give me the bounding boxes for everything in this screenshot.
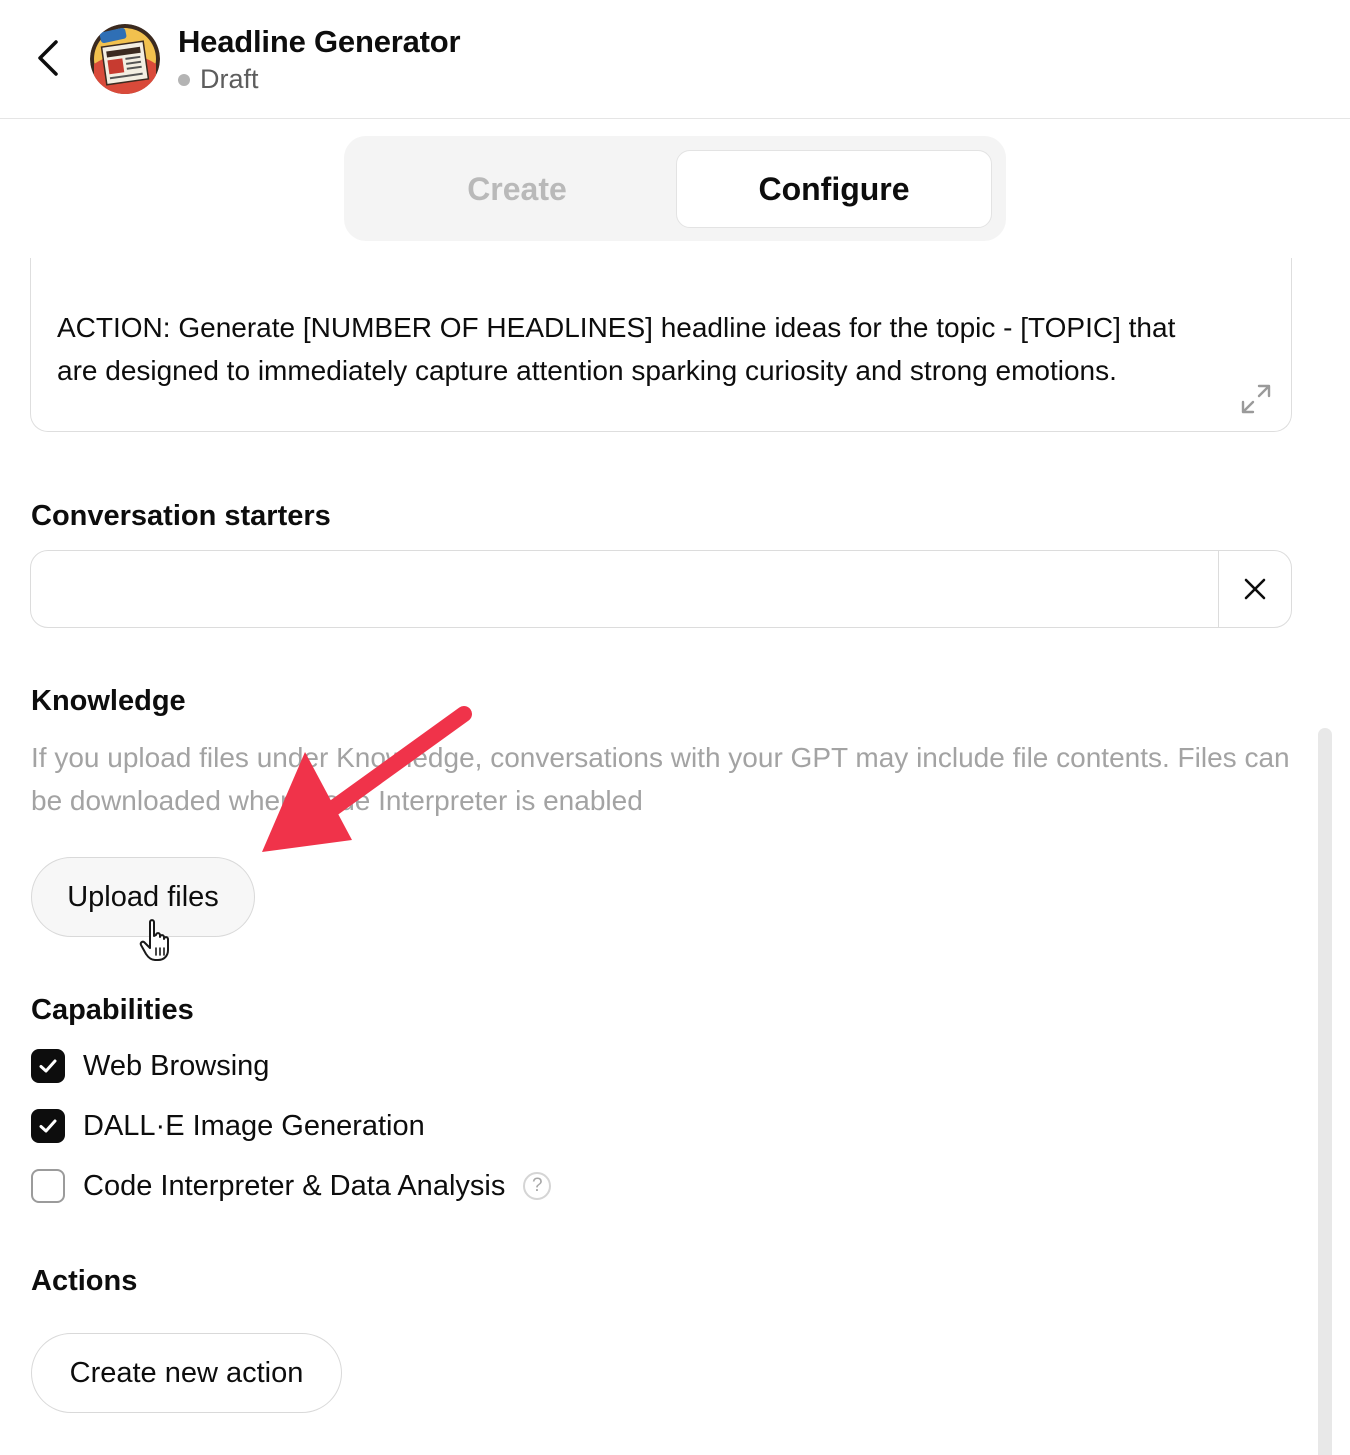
code-interpreter-checkbox[interactable]: [31, 1169, 65, 1203]
capabilities-heading: Capabilities: [31, 994, 194, 1026]
tab-configure[interactable]: Configure: [676, 150, 992, 228]
conversation-starter-input[interactable]: [31, 551, 1219, 627]
dalle-label: DALL·E Image Generation: [83, 1109, 425, 1142]
knowledge-description: If you upload files under Knowledge, con…: [31, 742, 1290, 816]
tab-create[interactable]: Create: [352, 150, 682, 228]
close-icon: [1244, 578, 1266, 600]
top-bar: Headline Generator Draft: [0, 0, 1350, 119]
dalle-checkbox[interactable]: [31, 1109, 65, 1143]
web-browsing-label: Web Browsing: [83, 1049, 270, 1082]
gpt-title: Headline Generator: [178, 24, 461, 59]
newspaper-avatar-icon: [90, 24, 160, 94]
checkmark-icon: [39, 1059, 57, 1073]
instructions-text[interactable]: ACTION: Generate [NUMBER OF HEADLINES] h…: [57, 306, 1207, 392]
instructions-textarea[interactable]: ACTION: Generate [NUMBER OF HEADLINES] h…: [30, 258, 1292, 432]
web-browsing-checkbox[interactable]: [31, 1049, 65, 1083]
back-button[interactable]: [28, 36, 68, 80]
code-interpreter-label: Code Interpreter & Data Analysis: [83, 1169, 506, 1202]
conversation-starters-heading: Conversation starters: [31, 500, 331, 532]
mode-tabs: Create Configure: [344, 136, 1006, 241]
status-indicator: Draft: [178, 64, 259, 95]
gpt-avatar[interactable]: [90, 24, 160, 94]
remove-starter-button[interactable]: [1219, 551, 1291, 627]
expand-icon: [1241, 384, 1271, 414]
status-label: Draft: [200, 64, 259, 94]
create-new-action-button[interactable]: Create new action: [31, 1333, 342, 1413]
upload-files-button[interactable]: Upload files: [31, 857, 255, 937]
conversation-starter-row: [30, 550, 1292, 628]
capability-dalle[interactable]: DALL·E Image Generation: [31, 1109, 425, 1143]
capability-web-browsing[interactable]: Web Browsing: [31, 1049, 269, 1083]
knowledge-heading: Knowledge: [31, 685, 186, 717]
checkmark-icon: [39, 1119, 57, 1133]
status-dot-icon: [178, 73, 190, 86]
chevron-left-icon: [38, 40, 58, 76]
expand-button[interactable]: [1239, 382, 1273, 416]
actions-heading: Actions: [31, 1265, 138, 1297]
capability-code-interpreter[interactable]: Code Interpreter & Data Analysis ?: [31, 1169, 552, 1203]
scrollbar[interactable]: [1318, 728, 1332, 1455]
help-icon[interactable]: ?: [523, 1172, 552, 1200]
